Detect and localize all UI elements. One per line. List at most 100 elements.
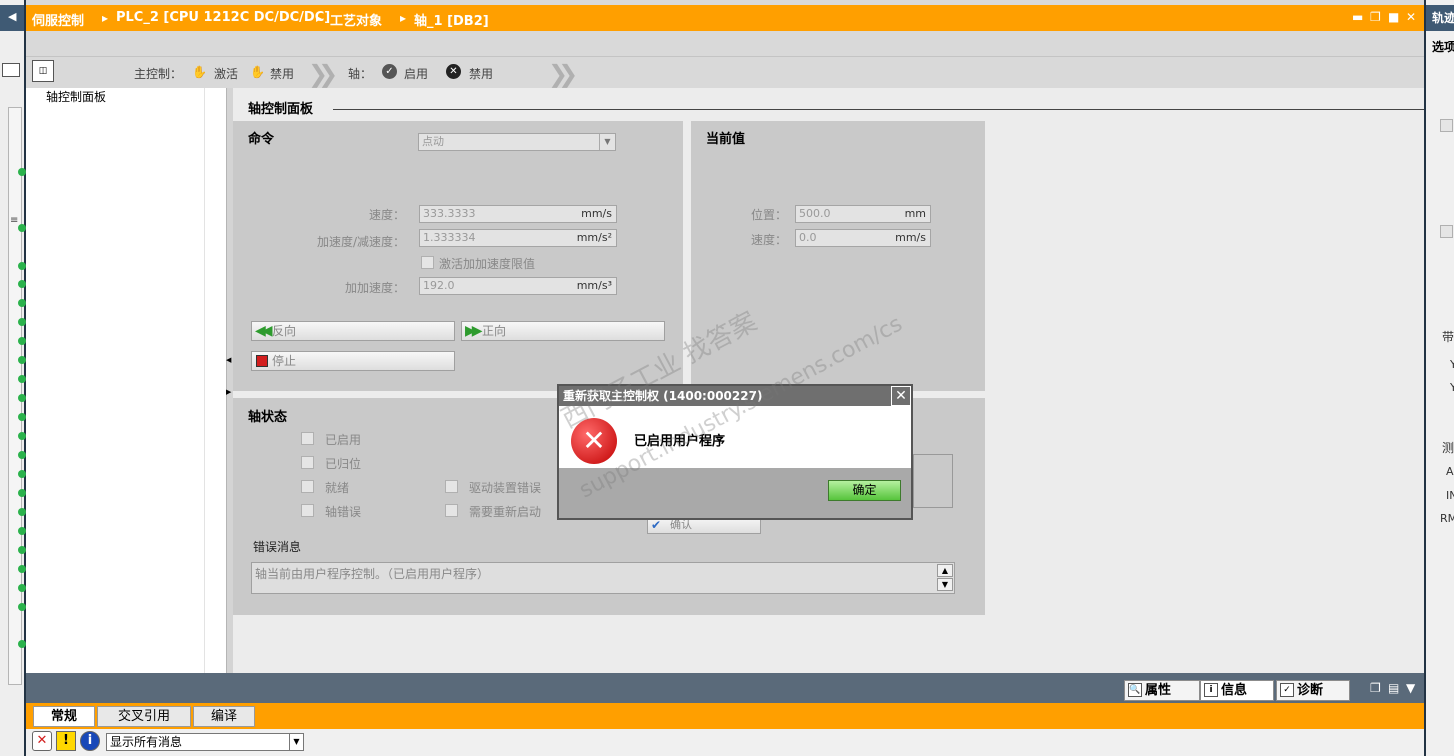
- tab-diagnostics[interactable]: ✓ 诊断: [1276, 680, 1350, 701]
- splitter-right-icon[interactable]: ▶: [226, 388, 231, 396]
- status-dot-icon: [18, 299, 26, 307]
- subtab-cross-reference[interactable]: 交叉引用: [97, 706, 191, 727]
- breadcrumb-servo-control[interactable]: 伺服控制: [32, 10, 84, 29]
- status-dot-icon: [18, 280, 26, 288]
- jerk-unit: mm/s³: [576, 279, 612, 292]
- info-tab-label: 信息: [1221, 683, 1248, 698]
- jerk-value: 192.0: [423, 279, 455, 292]
- right-text: Al: [1446, 465, 1454, 478]
- maximize-icon[interactable]: ■: [1388, 10, 1399, 24]
- title-divider: [333, 109, 1424, 110]
- status-dot-icon: [18, 470, 26, 478]
- activate-button[interactable]: 激活: [214, 65, 238, 82]
- chevron-down-icon[interactable]: ▼: [599, 134, 615, 150]
- scroll-down-icon[interactable]: ▼: [937, 578, 953, 591]
- homed-indicator: [301, 456, 314, 469]
- right-task-panel: 轨迹 选项 带 Y Y 测 Al IN RM: [1424, 0, 1454, 756]
- splitter-left-icon[interactable]: ◀: [226, 356, 231, 364]
- status-dot-icon: [18, 168, 26, 176]
- current-speed-field: 0.0 mm/s: [795, 229, 931, 247]
- chevron-right-icon: ❯❯: [548, 60, 578, 88]
- right-checkbox[interactable]: [1440, 119, 1453, 132]
- fast-forward-icon: ▶▶: [465, 323, 482, 339]
- message-filter-select[interactable]: 显示所有消息 ▼: [106, 733, 304, 751]
- disable-axis-button[interactable]: 禁用: [469, 65, 493, 82]
- tab-info[interactable]: i 信息: [1200, 680, 1274, 701]
- float-icon[interactable]: ❐: [1370, 681, 1381, 695]
- speed-value: 333.3333: [423, 207, 476, 220]
- status-dot-icon: [18, 394, 26, 402]
- breadcrumb-axis[interactable]: 轴_1 [DB2]: [414, 10, 489, 29]
- forward-label: 正向: [482, 324, 507, 338]
- splitter[interactable]: ◀ ▶: [226, 88, 233, 673]
- right-text: RM: [1440, 512, 1454, 525]
- scroll-up-icon[interactable]: ▲: [937, 564, 953, 577]
- disable-master-button[interactable]: 禁用: [270, 65, 294, 82]
- enabled-indicator: [301, 432, 314, 445]
- current-values-panel: [691, 121, 985, 391]
- menu-icon[interactable]: ≡: [10, 215, 18, 226]
- right-panel-title: 轨迹: [1432, 11, 1454, 25]
- tab-properties[interactable]: 🔍 属性: [1124, 680, 1200, 701]
- editor-subheader: [26, 31, 1424, 57]
- error-message-box[interactable]: 轴当前由用户程序控制。（已启用用户程序） ▲ ▼: [251, 562, 955, 594]
- status-dot-icon: [18, 489, 26, 497]
- enable-axis-button[interactable]: 启用: [404, 65, 428, 82]
- dialog-close-icon[interactable]: ✕: [891, 386, 911, 406]
- status-dot-icon: [18, 508, 26, 516]
- right-text: Y: [1450, 381, 1454, 394]
- diagnostics-icon: ✓: [1280, 683, 1294, 697]
- ok-button[interactable]: 确定: [828, 480, 901, 501]
- position-unit: mm: [904, 207, 926, 220]
- status-frame: [913, 454, 953, 508]
- chevron-down-icon[interactable]: ▼: [289, 734, 303, 750]
- panel-view-icon[interactable]: ◫: [32, 60, 54, 82]
- stop-label: 停止: [272, 354, 297, 368]
- error-filter-icon[interactable]: ✕: [32, 731, 52, 751]
- forward-button[interactable]: ▶▶ 正向: [461, 321, 665, 341]
- right-text: IN: [1446, 489, 1454, 502]
- warning-filter-icon[interactable]: !: [56, 731, 76, 751]
- restart-required-indicator: [445, 504, 458, 517]
- page-title: 轴控制面板: [248, 102, 314, 117]
- stop-button[interactable]: 停止: [251, 351, 455, 371]
- breadcrumb-tech-objects[interactable]: 工艺对象: [330, 10, 382, 29]
- regain-master-control-dialog: 重新获取主控制权 (1400:000227) ✕ ✕ 已启用用户程序 确定: [557, 384, 913, 520]
- minimize-icon[interactable]: ▬: [1352, 10, 1363, 24]
- drive-error-indicator: [445, 480, 458, 493]
- axis-error-label: 轴错误: [325, 505, 362, 519]
- reverse-label: 反向: [272, 324, 297, 338]
- diagnostics-tab-label: 诊断: [1297, 683, 1324, 698]
- ready-label: 就绪: [325, 481, 350, 495]
- chevron-down-icon[interactable]: ▼: [1406, 681, 1415, 695]
- reverse-button[interactable]: ◀◀ 反向: [251, 321, 455, 341]
- axis-label: 轴：: [348, 67, 373, 81]
- error-icon: ✕: [571, 418, 617, 464]
- tree-scrollbar-track: [204, 88, 228, 673]
- calendar-icon[interactable]: [2, 63, 20, 77]
- right-checkbox[interactable]: [1440, 225, 1453, 238]
- close-icon[interactable]: ✕: [1406, 10, 1416, 24]
- right-text: 测: [1442, 441, 1454, 455]
- hand-icon: ✋: [192, 65, 207, 79]
- jerk-limit-checkbox[interactable]: [421, 256, 434, 269]
- jerk-field[interactable]: 192.0 mm/s³: [419, 277, 617, 295]
- accel-field[interactable]: 1.333334 mm/s²: [419, 229, 617, 247]
- speed-field[interactable]: 333.3333 mm/s: [419, 205, 617, 223]
- position-value: 500.0: [799, 207, 831, 220]
- dialog-message: 已启用用户程序: [634, 434, 726, 449]
- status-dot-icon: [18, 337, 26, 345]
- collapse-left-icon[interactable]: ◀: [8, 10, 16, 23]
- dock-icon[interactable]: ▤: [1388, 681, 1399, 695]
- info-filter-icon[interactable]: i: [80, 731, 100, 751]
- status-dot-icon: [18, 224, 26, 232]
- breadcrumb-plc[interactable]: PLC_2 [CPU 1212C DC/DC/DC]: [116, 10, 330, 25]
- dialog-body: ✕ 已启用用户程序: [559, 406, 911, 468]
- restore-icon[interactable]: ❐: [1370, 10, 1381, 24]
- subtab-compile[interactable]: 编译: [193, 706, 255, 727]
- subtab-general[interactable]: 常规: [33, 706, 95, 727]
- mode-select[interactable]: 点动 ▼: [418, 133, 616, 151]
- error-message-text: 轴当前由用户程序控制。（已启用用户程序）: [255, 567, 490, 581]
- master-control-label: 主控制：: [134, 67, 183, 81]
- tree-item-axis-control-panel[interactable]: 轴控制面板: [44, 88, 108, 104]
